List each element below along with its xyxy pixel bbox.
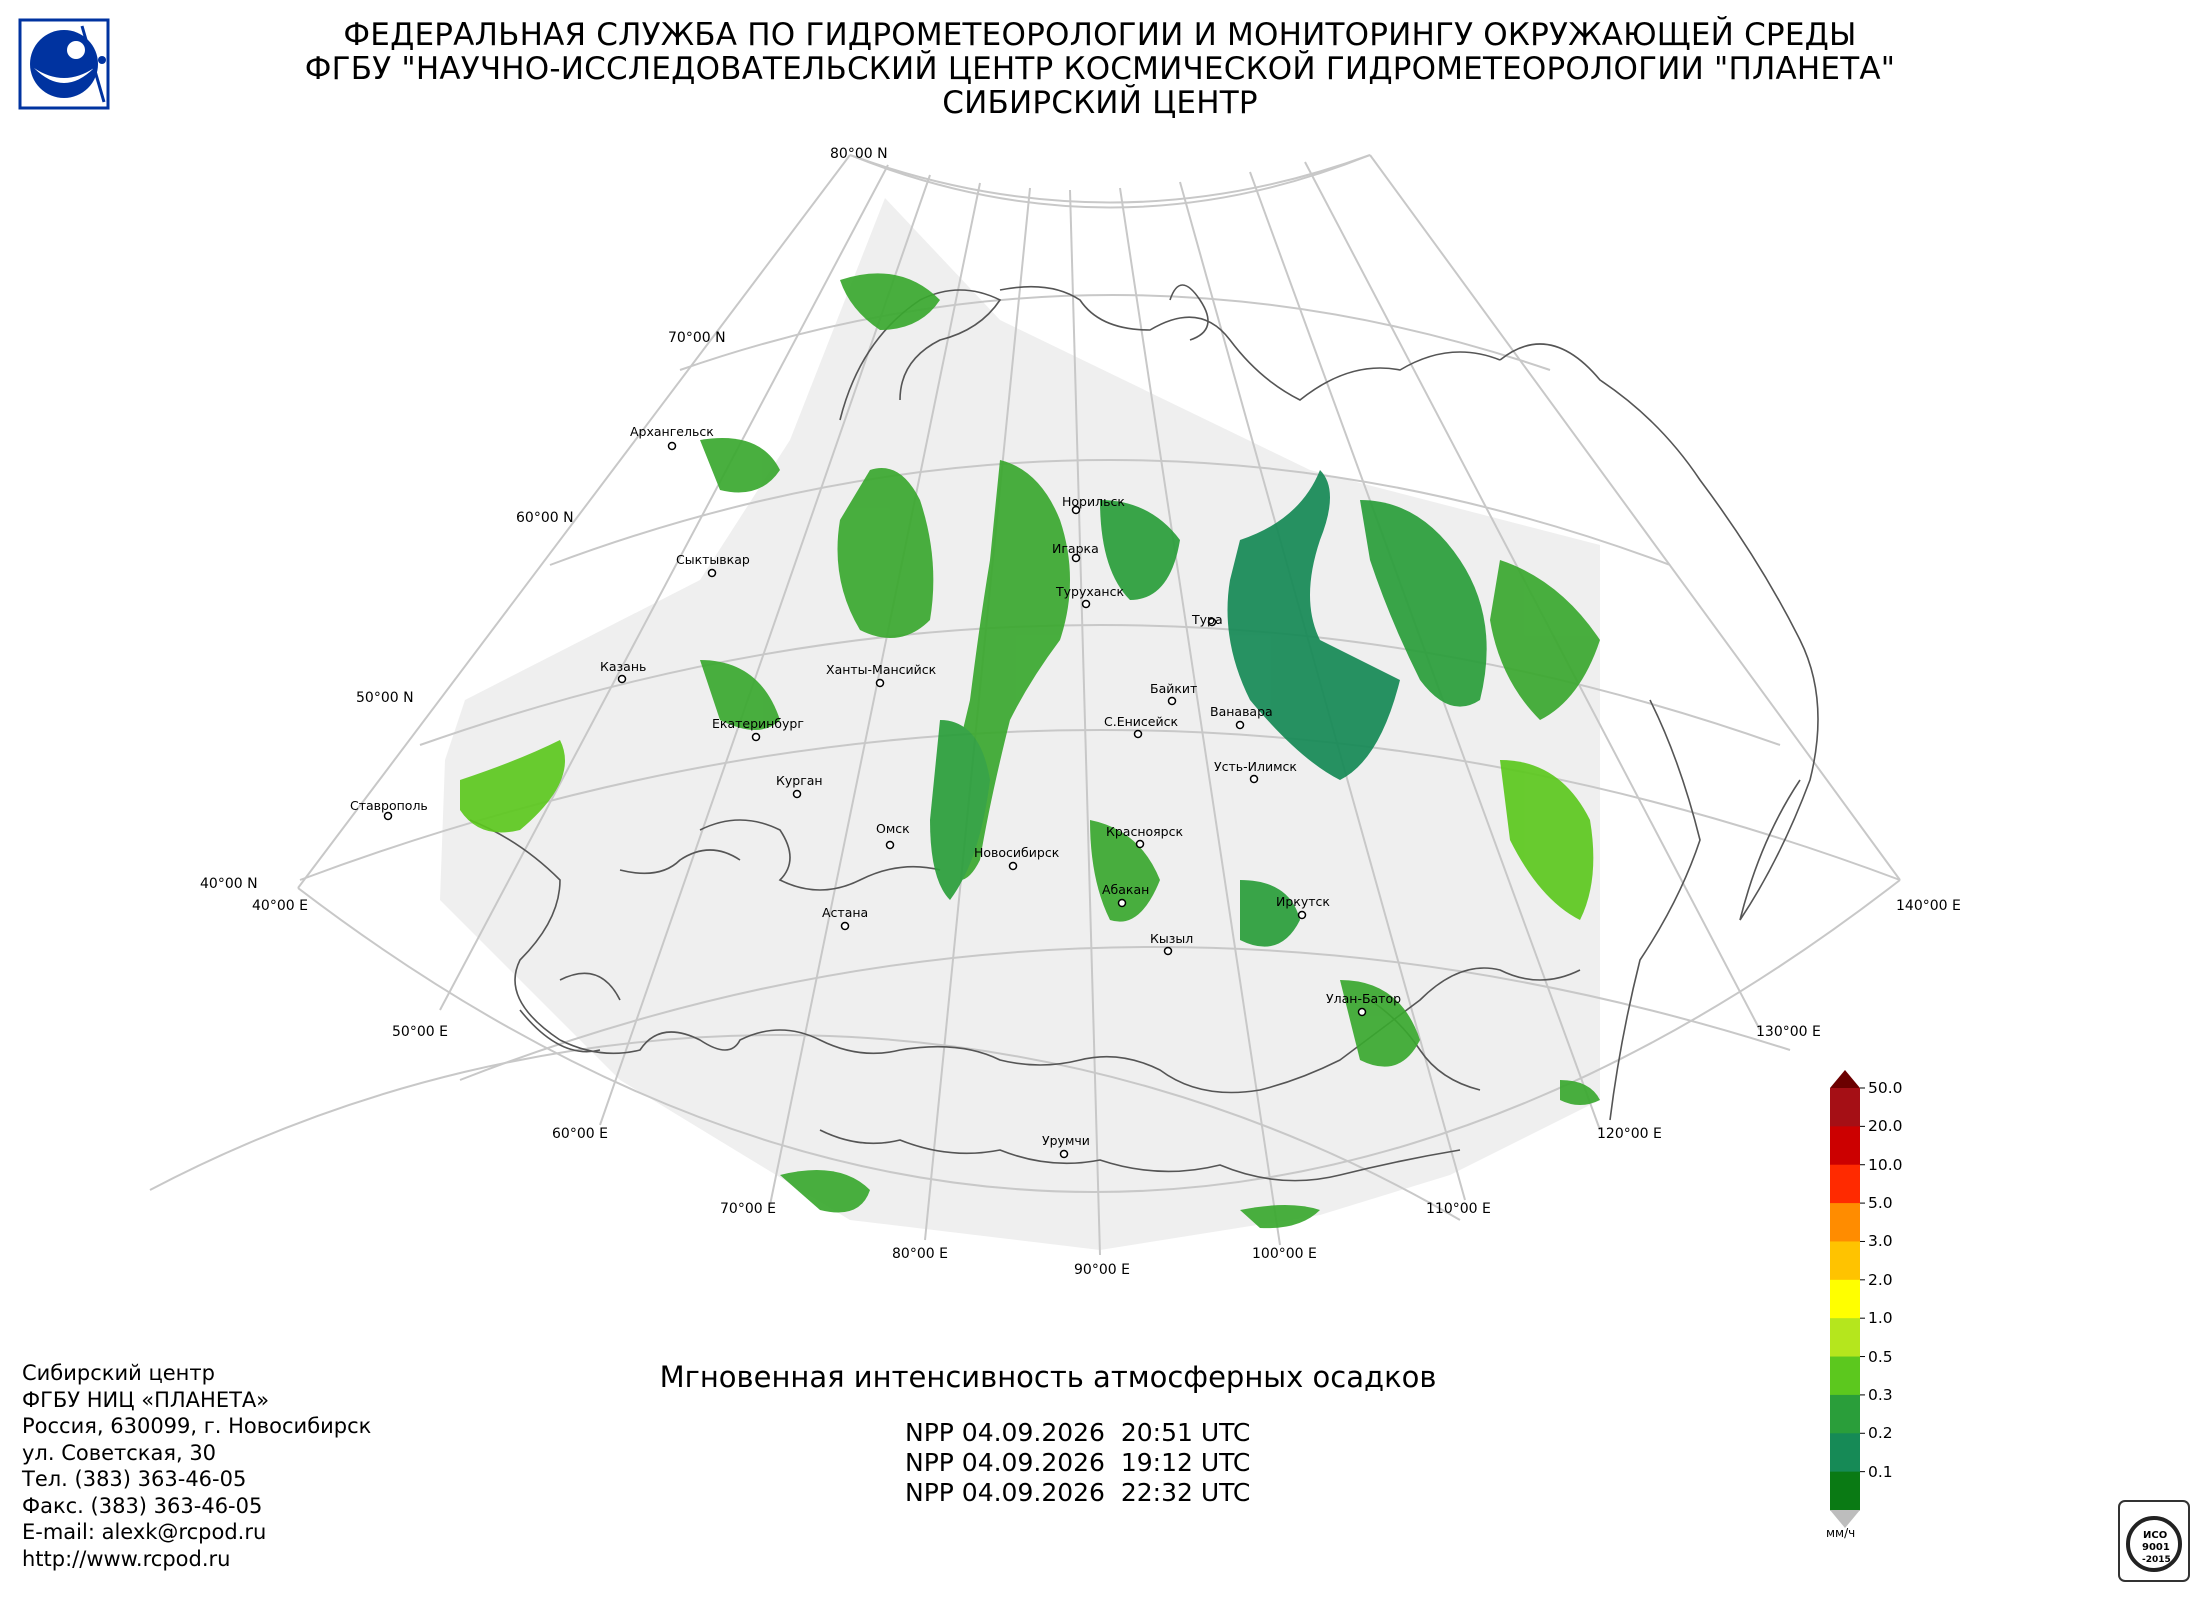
city-igarka: Игарка	[1052, 541, 1099, 556]
city-stavropol: Ставрополь	[350, 798, 428, 813]
satellite-passes: NPP 04.09.2026 20:51 UTC NPP 04.09.2026 …	[905, 1418, 1250, 1508]
lon-label-100: 100°00 E	[1252, 1246, 1317, 1262]
city-syktyvkar: Сыктывкар	[676, 552, 750, 567]
address-line: http://www.rcpod.ru	[22, 1546, 231, 1571]
colorbar-level-label: 1.0	[1868, 1309, 1893, 1328]
city-krasnoyarsk: Красноярск	[1106, 824, 1183, 839]
colorbar-segment	[1830, 1203, 1860, 1242]
lon-label-70: 70°00 E	[720, 1201, 776, 1217]
svg-text:9001: 9001	[2142, 1542, 2170, 1553]
city-norilsk: Норильск	[1062, 494, 1125, 509]
pass-line: NPP 04.09.2026 22:32 UTC	[905, 1478, 1251, 1507]
colorbar	[1830, 1070, 1865, 1528]
address-line: Факс. (383) 363-46-05	[22, 1493, 263, 1518]
lon-label-140: 140°00 E	[1896, 898, 1961, 914]
colorbar-level-label: 0.2	[1868, 1424, 1893, 1443]
lat-label-60: 60°00 N	[516, 510, 574, 526]
colorbar-unit: мм/ч	[1826, 1526, 1856, 1540]
colorbar-level-label: 10.0	[1868, 1155, 1903, 1174]
address-line: E-mail: alexk@rcpod.ru	[22, 1520, 267, 1544]
colorbar-segment	[1830, 1318, 1860, 1358]
city-kazan: Казань	[600, 659, 646, 674]
colorbar-segment	[1830, 1356, 1860, 1396]
colorbar-level-label: 3.0	[1868, 1232, 1893, 1251]
iso-certification-badge: ИСО 9001 -2015	[2118, 1500, 2190, 1582]
city-ust-ilimsk: Усть-Илимск	[1214, 759, 1297, 774]
city-novosibirsk: Новосибирск	[974, 845, 1060, 860]
product-title-text: Мгновенная интенсивность атмосферных оса…	[659, 1360, 1437, 1394]
pass-line: NPP 04.09.2026 19:12 UTC	[905, 1448, 1251, 1477]
lat-label-50: 50°00 N	[356, 690, 414, 706]
city-abakan: Абакан	[1102, 882, 1149, 897]
colorbar-level-label: 50.0	[1868, 1079, 1903, 1097]
lon-label-50: 50°00 E	[392, 1024, 448, 1040]
colorbar-segment	[1830, 1126, 1860, 1166]
colorbar-segment	[1830, 1394, 1860, 1434]
colorbar-segment	[1830, 1433, 1860, 1473]
city-turukhansk: Туруханск	[1055, 584, 1124, 599]
pass-line: NPP 04.09.2026 20:51 UTC	[905, 1418, 1251, 1447]
colorbar-level-label: 0.5	[1868, 1347, 1893, 1366]
city-yekaterinburg: Екатеринбург	[712, 716, 804, 731]
city-arkhangelsk: Архангельск	[630, 424, 714, 439]
city-kurgan: Курган	[776, 773, 823, 788]
lat-label-40: 40°00 N	[200, 876, 258, 892]
coverage-area	[440, 198, 1600, 1250]
city-astana: Астана	[822, 905, 868, 920]
colorbar-level-label: 5.0	[1868, 1194, 1893, 1213]
colorbar-segment	[1830, 1471, 1860, 1511]
lon-label-130: 130°00 E	[1756, 1024, 1821, 1040]
lon-label-110: 110°00 E	[1426, 1201, 1491, 1217]
city-khanty-mansiysk: Ханты-Мансийск	[826, 662, 937, 677]
city-tura: Тура	[1191, 612, 1223, 627]
city-irkutsk: Иркутск	[1276, 894, 1330, 909]
colorbar-segment	[1830, 1164, 1860, 1204]
city-vanavara: Ванавара	[1210, 704, 1273, 719]
city-omsk: Омск	[876, 821, 910, 836]
address-line: Россия, 630099, г. Новосибирск	[22, 1414, 372, 1438]
colorbar-segment	[1830, 1241, 1860, 1281]
lon-label-40: 40°00 E	[252, 898, 308, 914]
colorbar-level-label: 0.1	[1868, 1462, 1893, 1481]
colorbar-over-triangle	[1830, 1070, 1860, 1088]
address-line: Тел. (383) 363-46-05	[22, 1467, 247, 1491]
colorbar-segment	[1830, 1279, 1860, 1319]
lon-label-90: 90°00 E	[1074, 1262, 1130, 1278]
svg-text:ИСО: ИСО	[2143, 1530, 2167, 1541]
city-s-eniseysk: С.Енисейск	[1104, 714, 1178, 729]
lon-label-60: 60°00 E	[552, 1126, 608, 1142]
city-baykit: Байкит	[1150, 681, 1197, 696]
lon-label-120: 120°00 E	[1597, 1126, 1662, 1142]
lon-label-80: 80°00 E	[892, 1246, 948, 1262]
colorbar-level-label: 2.0	[1868, 1270, 1893, 1289]
address-line: ул. Советская, 30	[22, 1440, 217, 1465]
colorbar-segment	[1830, 1088, 1860, 1127]
colorbar-level-label: 0.3	[1868, 1385, 1893, 1404]
city-kyzyl: Кызыл	[1150, 931, 1193, 946]
svg-text:-2015: -2015	[2142, 1555, 2171, 1565]
lat-label-70: 70°00 N	[668, 330, 726, 346]
city-ulan-bator: Улан-Батор	[1326, 991, 1401, 1006]
lat-label-80: 80°00 N	[830, 146, 888, 162]
colorbar-level-label: 20.0	[1868, 1117, 1903, 1136]
city-urumqi: Урумчи	[1042, 1133, 1090, 1148]
